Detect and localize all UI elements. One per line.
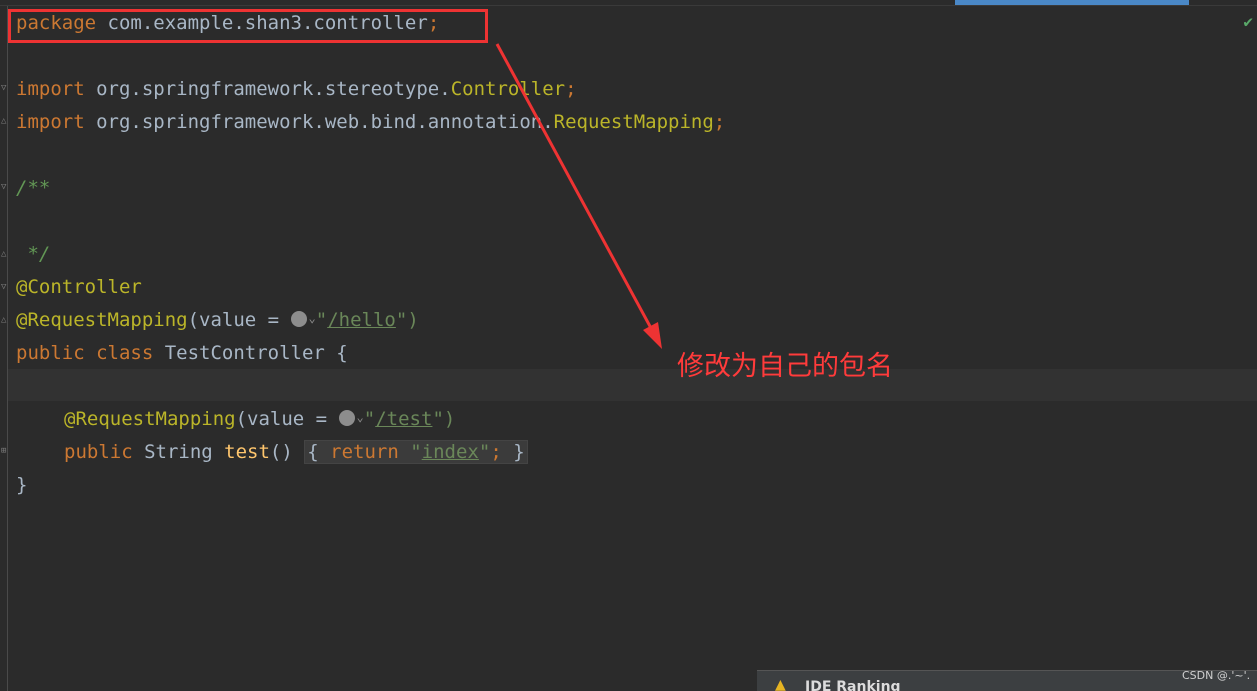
code-line-import-requestmapping: import org.springframework.web.bind.anno… [16,111,726,133]
fold-icon[interactable]: ▽ [1,183,10,192]
active-tab-indicator [955,0,1189,5]
fold-icon[interactable]: ▽ [1,84,10,93]
code-line-method-requestmapping: @RequestMapping(value = ⌄"/test") [64,408,456,430]
fold-icon[interactable]: ▽ [1,283,10,292]
code-line-class-declaration: public class TestController { [16,342,348,364]
code-line-closing-brace: } [16,474,28,496]
code-line-controller-annotation: @Controller [16,276,142,298]
chevron-down-icon[interactable]: ⌄ [357,410,364,424]
globe-icon[interactable] [290,310,307,327]
editor-gutter [0,6,8,691]
package-highlight-box [8,9,488,43]
folded-code-region[interactable]: { return "index"; } [304,440,528,464]
annotation-text: 修改为自己的包名 [677,351,893,382]
code-line-doc-open: /** [16,177,51,199]
fold-icon[interactable]: △ [1,117,10,126]
code-line-method-declaration: public String test() { return "index"; } [64,436,528,469]
watermark: CSDN @.'~'. [1182,669,1251,682]
fold-icon[interactable]: △ [1,250,10,259]
code-line-class-requestmapping: @RequestMapping(value = ⌄"/hello") [16,309,419,331]
code-line-doc-close: */ [16,243,51,265]
warning-icon: ▲ [775,677,786,691]
checkmark-icon[interactable]: ✔ [1243,12,1253,31]
fold-icon[interactable]: △ [1,316,10,325]
globe-icon[interactable] [338,409,355,426]
code-line-import-controller: import org.springframework.stereotype.Co… [16,78,577,100]
fold-expand-icon[interactable]: ⊞ [1,447,10,456]
popup-title: IDE Ranking [805,679,901,691]
chevron-down-icon[interactable]: ⌄ [309,311,316,325]
code-editor[interactable]: package com.example.shan3.controller; im… [16,6,1257,691]
